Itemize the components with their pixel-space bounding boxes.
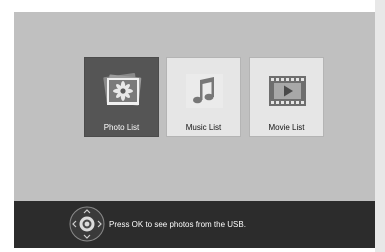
dpad-ok-icon <box>69 206 105 242</box>
music-list-label: Music List <box>185 123 222 132</box>
hint-text: Press OK to see photos from the USB. <box>109 220 246 229</box>
movie-list-tile[interactable]: Movie List <box>249 57 324 137</box>
photo-list-tile[interactable]: Photo List <box>84 57 159 137</box>
photo-list-label: Photo List <box>103 123 140 132</box>
photo-icon <box>103 73 142 106</box>
film-icon <box>269 76 306 106</box>
hint-bar: Press OK to see photos from the USB. <box>14 201 375 248</box>
movie-list-label: Movie List <box>268 123 305 132</box>
screen-edge <box>375 0 385 252</box>
music-list-tile[interactable]: Music List <box>166 57 241 137</box>
music-note-icon <box>186 74 223 108</box>
